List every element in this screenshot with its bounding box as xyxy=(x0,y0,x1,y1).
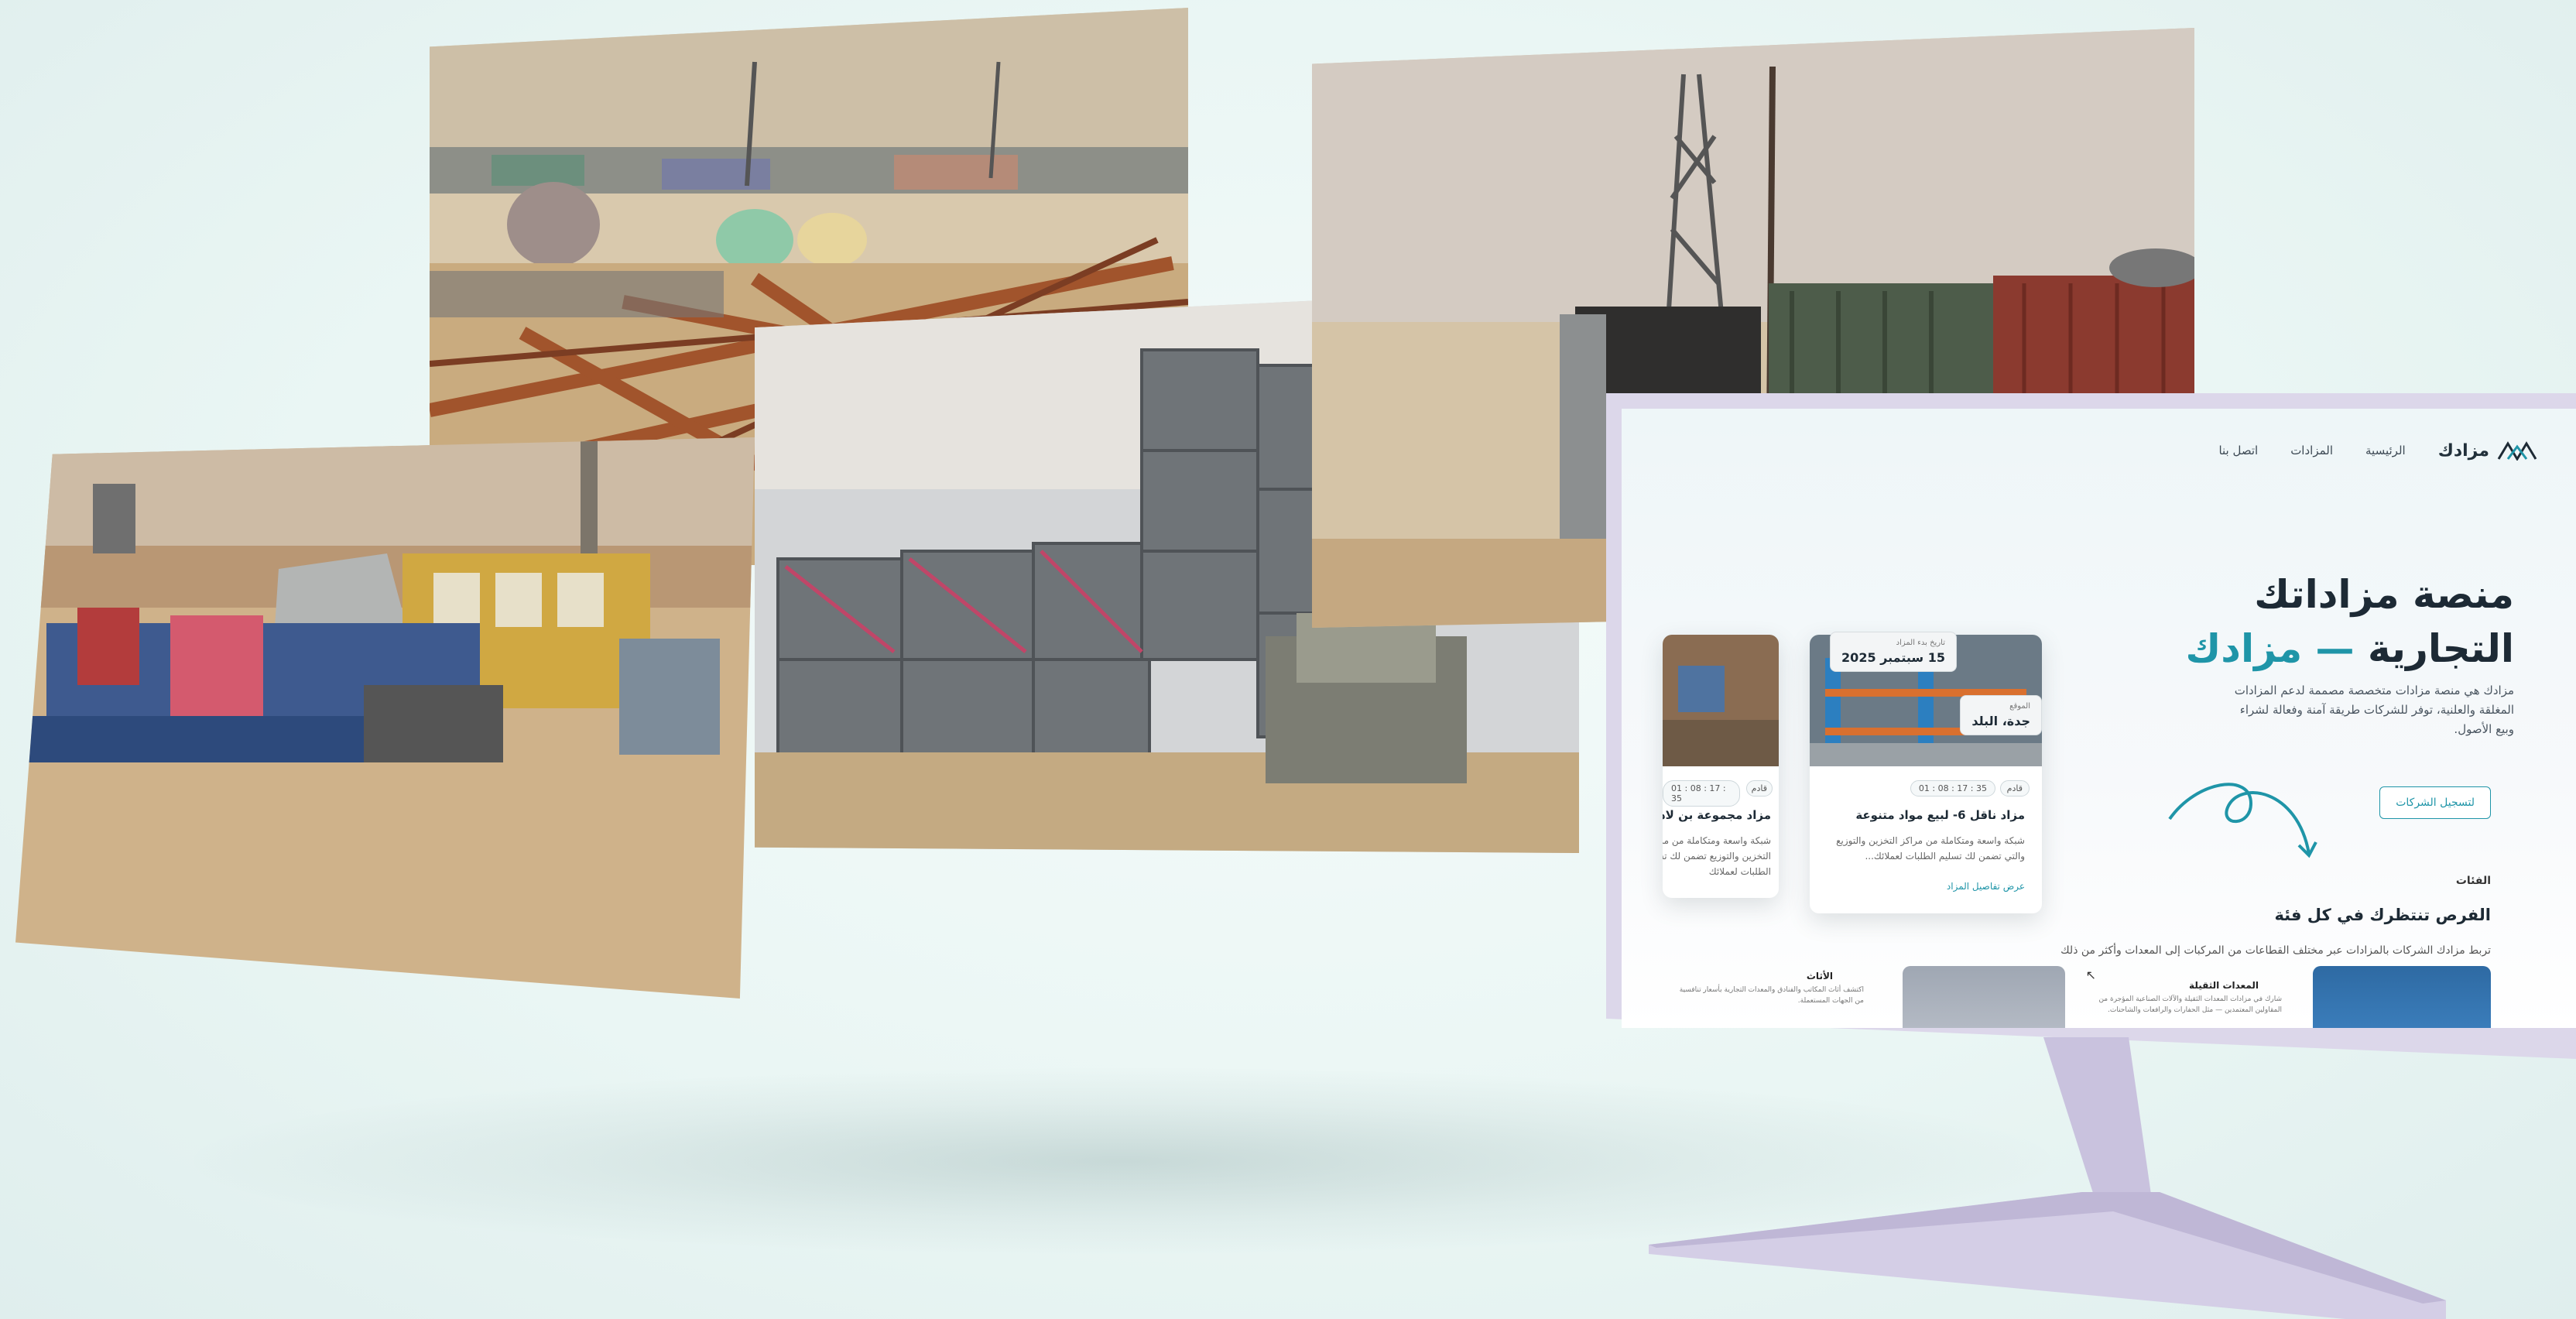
category-title: المعدات الثقيلة xyxy=(2189,980,2259,991)
categories-title: الفرص تنتظرك في كل فئة xyxy=(2274,906,2491,924)
hero-title-line1: منصة مزاداتك xyxy=(2254,572,2514,617)
date-value: 15 سبتمبر 2025 xyxy=(1841,650,1945,665)
nav-link-home[interactable]: الرئيسية xyxy=(2365,444,2406,457)
top-nav: مزادك الرئيسية المزادات اتصل بنا xyxy=(1622,435,2539,466)
register-companies-button[interactable]: لتسجيل الشركات xyxy=(2379,786,2491,819)
monitor-screen: مزادك الرئيسية المزادات اتصل بنا منصة مز… xyxy=(1606,393,2576,1059)
date-label: تاريخ بدء المزاد xyxy=(1896,639,1945,647)
countdown-timer: 01 : 08 : 17 : 35 xyxy=(1663,780,1740,807)
auction-location-badge: الموقع جدة، البلد xyxy=(1960,695,2042,735)
location-value: جدة، البلد xyxy=(1971,714,2030,728)
status-badge: قادم xyxy=(1999,780,2030,797)
view-auction-details-link[interactable]: عرض تفاصيل المزاد xyxy=(1947,881,2025,892)
status-badge: قادم xyxy=(1745,780,1773,797)
monitor-stand xyxy=(1649,1037,2446,1319)
auction-date-badge: تاريخ بدء المزاد 15 سبتمبر 2025 xyxy=(1830,632,1957,672)
auction-title: مزاد مجموعة بن لادن xyxy=(1663,808,1771,822)
site-logo[interactable]: مزادك xyxy=(2438,440,2539,461)
mouse-cursor-icon: ↖ xyxy=(2085,968,2096,982)
category-description: شارك في مزادات المعدات الثقيلة والآلات ا… xyxy=(2098,995,2282,1014)
category-card-furniture[interactable] xyxy=(1903,966,2065,1028)
category-card-heavy-equipment[interactable] xyxy=(2313,966,2491,1028)
categories-subtitle: تربط مزادك الشركات بالمزادات عبر مختلف ا… xyxy=(2060,944,2491,957)
logo-text: مزادك xyxy=(2437,440,2489,461)
photo-amusement-scrap xyxy=(15,437,755,999)
marketing-mockup: مزادك الرئيسية المزادات اتصل بنا منصة مز… xyxy=(0,0,2576,1319)
categories-label: الفئات xyxy=(2455,875,2491,887)
auction-card[interactable]: 01 : 08 : 17 : 35 قادم مزاد مجموعة بن لا… xyxy=(1663,635,1779,898)
auction-description: شبكة واسعة ومتكاملة من مراكز التخزين وال… xyxy=(1836,835,2025,862)
nav-link-contact[interactable]: اتصل بنا xyxy=(2218,444,2258,457)
hero-title-main: التجارية xyxy=(2367,626,2514,671)
website-viewport: مزادك الرئيسية المزادات اتصل بنا منصة مز… xyxy=(1622,409,2576,1028)
auction-image xyxy=(1663,635,1779,766)
category-description: اكتشف أثاث المكاتب والفنادق والمعدات الت… xyxy=(1679,986,1864,1005)
mountain-logo-icon xyxy=(2497,441,2537,461)
hero-title-accent: — مزادك xyxy=(2185,626,2355,671)
hero-description: مزادك هي منصة مزادات متخصصة مصممة لدعم ا… xyxy=(2234,683,2514,736)
auction-card[interactable]: 01 : 08 : 17 : 35 قادم مزاد ناقل 6- لبيع… xyxy=(1810,635,2042,913)
hero-title: منصة مزاداتك التجارية — مزادك xyxy=(2185,567,2514,676)
auction-description: شبكة واسعة ومتكاملة من مراكز التخزين وال… xyxy=(1663,835,1771,877)
category-title: الأثاث xyxy=(1806,971,1833,982)
location-label: الموقع xyxy=(2009,702,2030,711)
auction-title: مزاد ناقل 6- لبيع مواد متنوعة xyxy=(1855,808,2025,822)
nav-link-auctions[interactable]: المزادات xyxy=(2290,444,2333,457)
hero-title-line2: التجارية — مزادك xyxy=(2185,622,2514,676)
decorative-arrow-icon xyxy=(2168,783,2317,858)
desktop-monitor: مزادك الرئيسية المزادات اتصل بنا منصة مز… xyxy=(1606,393,2576,1059)
countdown-timer: 01 : 08 : 17 : 35 xyxy=(1910,780,1995,797)
